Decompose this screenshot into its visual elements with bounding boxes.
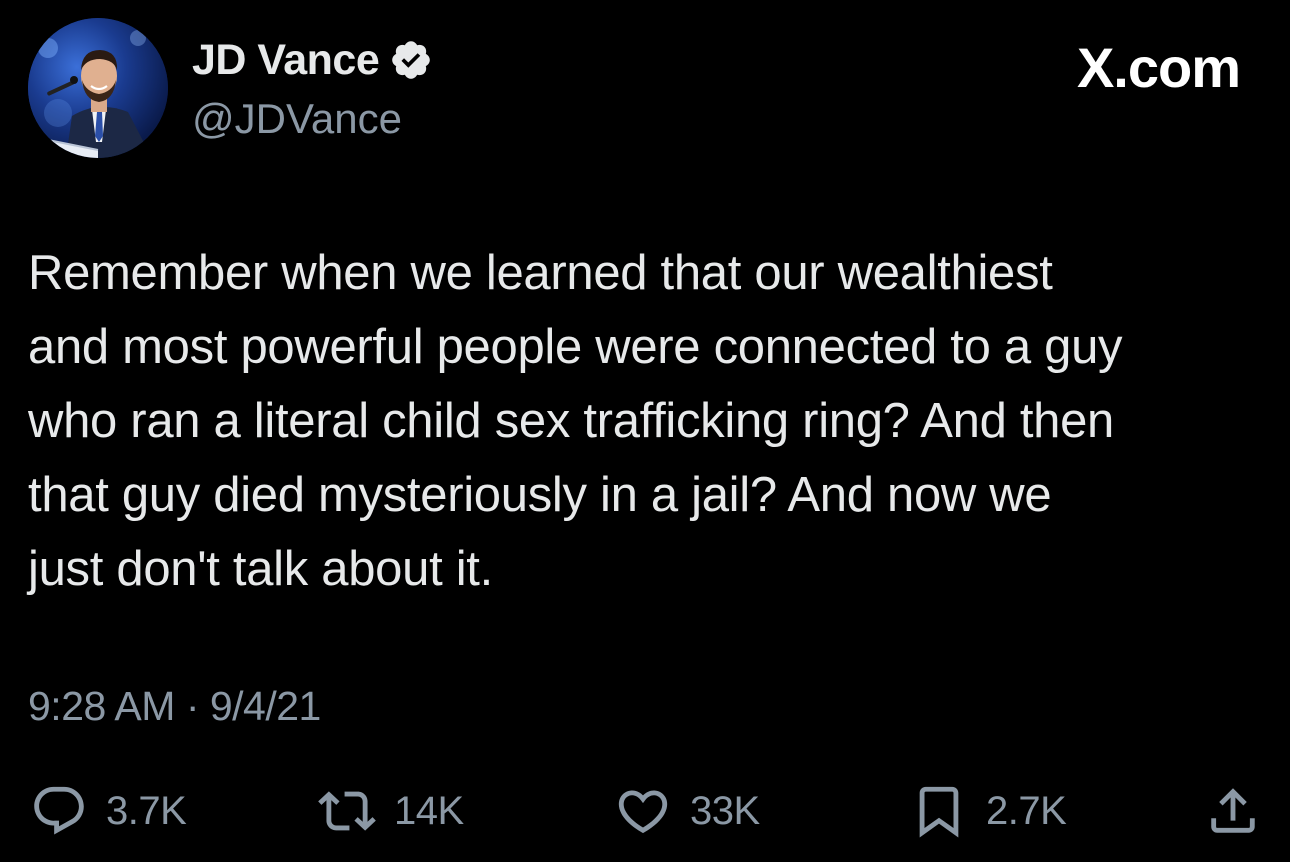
display-name[interactable]: JD Vance — [192, 34, 380, 86]
action-bar: 3.7K 14K 33K 2.7K — [0, 778, 1290, 844]
timestamp[interactable]: 9:28 AM · 9/4/21 — [28, 680, 321, 732]
share-icon — [1211, 788, 1255, 833]
name-row: JD Vance — [192, 34, 433, 86]
reply-icon — [34, 786, 84, 835]
tweet-card: JD Vance @JDVance X.com Remember when we… — [0, 0, 1290, 862]
share-button[interactable] — [1204, 778, 1262, 844]
bookmark-icon — [919, 786, 959, 838]
reply-count: 3.7K — [106, 789, 187, 833]
like-icon — [618, 790, 668, 834]
handle[interactable]: @JDVance — [192, 94, 433, 144]
bookmark-button[interactable]: 2.7K — [910, 778, 1067, 844]
repost-button[interactable]: 14K — [318, 778, 464, 844]
avatar-photo — [28, 18, 168, 158]
like-button[interactable]: 33K — [614, 778, 760, 844]
avatar[interactable] — [28, 18, 168, 158]
reply-button[interactable]: 3.7K — [30, 778, 187, 844]
like-count: 33K — [690, 789, 760, 833]
verified-badge-icon[interactable] — [389, 38, 433, 82]
tweet-text: Remember when we learned that our wealth… — [28, 246, 1123, 596]
repost-count: 14K — [394, 789, 464, 833]
repost-icon — [318, 791, 376, 831]
author-identity: JD Vance @JDVance — [192, 34, 433, 144]
bookmark-count: 2.7K — [986, 789, 1067, 833]
brand-logo-text: X.com — [1076, 36, 1241, 99]
